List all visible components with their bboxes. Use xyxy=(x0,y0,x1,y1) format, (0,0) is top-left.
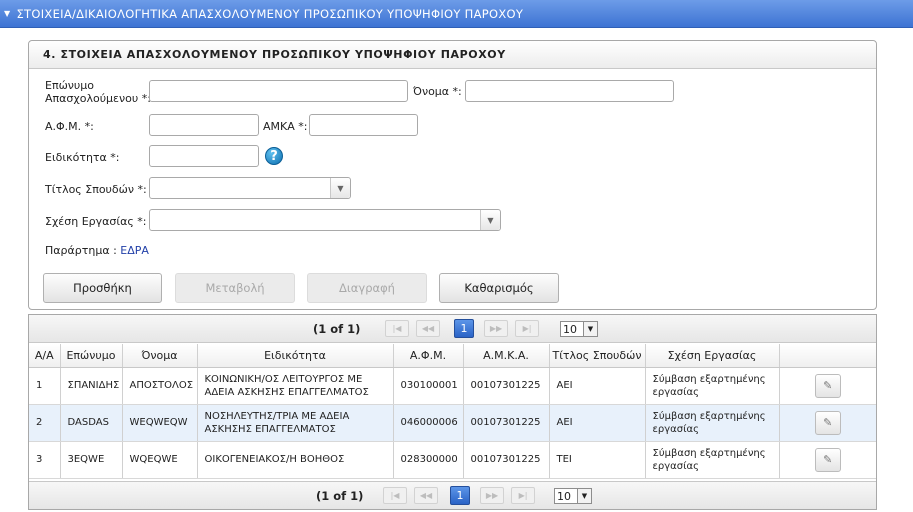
cell-aa: 3 xyxy=(29,441,61,479)
branch-row: Παράρτημα : ΕΔΡΑ xyxy=(45,244,149,257)
amka-input[interactable] xyxy=(309,114,418,136)
col-name[interactable]: Όνομα xyxy=(122,344,198,368)
page-number-button[interactable]: 1 xyxy=(454,319,474,338)
name-label: Όνομα *: xyxy=(413,85,462,98)
cell-aa: 1 xyxy=(29,367,61,405)
cell-relation: Σύμβαση εξαρτημένης εργασίας xyxy=(645,441,780,479)
edit-pencil-icon[interactable]: ✎ xyxy=(814,447,841,472)
surname-label: Επώνυμο Απασχολούμενου *: xyxy=(45,79,151,105)
cell-surname: 3EQWE xyxy=(60,441,123,479)
cell-name: WQEQWE xyxy=(122,441,198,479)
section-title: ΣΤΟΙΧΕΙΑ/ΔΙΚΑΙΟΛΟΓΗΤΙΚΑ ΑΠΑΣΧΟΛΟΥΜΕΝΟΥ Π… xyxy=(16,6,524,21)
edit-pencil-icon[interactable]: ✎ xyxy=(814,373,841,398)
cell-amka: 00107301225 xyxy=(463,441,550,479)
help-icon[interactable]: ? xyxy=(265,147,283,165)
prev-page-icon[interactable]: ◀◀ xyxy=(414,487,438,504)
col-aa[interactable]: Α/Α xyxy=(29,344,61,368)
rows-per-page-value: 10 xyxy=(563,322,577,336)
branch-link[interactable]: ΕΔΡΑ xyxy=(120,244,149,257)
page-info: (1 of 1) xyxy=(316,489,364,503)
degree-label: Τίτλος Σπουδών *: xyxy=(45,183,147,196)
specialty-label: Ειδικότητα *: xyxy=(45,151,120,164)
cell-degree: ΑΕΙ xyxy=(549,404,646,442)
cell-actions: ✎ xyxy=(779,404,876,442)
last-page-icon[interactable]: ▶| xyxy=(515,320,539,337)
cell-degree: ΑΕΙ xyxy=(549,367,646,405)
clear-button[interactable]: Καθαρισμός xyxy=(439,273,559,303)
add-button[interactable]: Προσθήκη xyxy=(43,273,162,303)
surname-input[interactable] xyxy=(149,80,408,102)
cell-name: WEQWEQW xyxy=(122,404,198,442)
table-row[interactable]: 2 DASDAS WEQWEQW ΝΟΣΗΛΕΥΤΗΣ/ΤΡΙΑ ΜΕ ΑΔΕΙ… xyxy=(29,404,876,442)
degree-select[interactable]: ▼ xyxy=(149,177,351,199)
prev-page-icon[interactable]: ◀◀ xyxy=(416,320,440,337)
cell-relation: Σύμβαση εξαρτημένης εργασίας xyxy=(645,367,780,405)
chevron-down-icon[interactable]: ▼ xyxy=(577,489,591,503)
name-input[interactable] xyxy=(465,80,674,102)
next-page-icon[interactable]: ▶▶ xyxy=(480,487,504,504)
branch-label: Παράρτημα : xyxy=(45,244,117,257)
rows-per-page-select[interactable]: 10 ▼ xyxy=(554,488,592,504)
rows-per-page-select[interactable]: 10 ▼ xyxy=(560,321,598,337)
table-row[interactable]: 3 3EQWE WQEQWE ΟΙΚΟΓΕΝΕΙΑΚΟΣ/Η ΒΟΗΘΟΣ 02… xyxy=(29,441,876,479)
col-specialty[interactable]: Ειδικότητα xyxy=(197,344,394,368)
cell-actions: ✎ xyxy=(779,441,876,479)
afm-label: Α.Φ.Μ. *: xyxy=(45,120,94,133)
cell-relation: Σύμβαση εξαρτημένης εργασίας xyxy=(645,404,780,442)
cell-afm: 030100001 xyxy=(393,367,464,405)
relation-label: Σχέση Εργασίας *: xyxy=(45,215,147,228)
page-info: (1 of 1) xyxy=(313,322,361,336)
cell-afm: 046000006 xyxy=(393,404,464,442)
afm-input[interactable] xyxy=(149,114,259,136)
col-afm[interactable]: Α.Φ.Μ. xyxy=(393,344,464,368)
next-page-icon[interactable]: ▶▶ xyxy=(484,320,508,337)
table-row[interactable]: 1 ΣΠΑΝΙΔΗΣ ΑΠΟΣΤΟΛΟΣ ΚΟΙΝΩΝΙΚΗ/ΟΣ ΛΕΙΤΟΥ… xyxy=(29,367,876,405)
cell-degree: ΤΕΙ xyxy=(549,441,646,479)
paginator-top: (1 of 1) |◀ ◀◀ 1 ▶▶ ▶| 10 ▼ xyxy=(29,315,876,343)
employees-table-panel: (1 of 1) |◀ ◀◀ 1 ▶▶ ▶| 10 ▼ Α/Α Επώνυμο … xyxy=(28,314,877,510)
cell-specialty: ΟΙΚΟΓΕΝΕΙΑΚΟΣ/Η ΒΟΗΘΟΣ xyxy=(197,441,394,479)
employees-table: Α/Α Επώνυμο Όνομα Ειδικότητα Α.Φ.Μ. Α.Μ.… xyxy=(29,344,876,479)
first-page-icon[interactable]: |◀ xyxy=(385,320,409,337)
paginator-bottom: (1 of 1) |◀ ◀◀ 1 ▶▶ ▶| 10 ▼ xyxy=(29,481,876,509)
col-amka[interactable]: Α.Μ.Κ.Α. xyxy=(463,344,550,368)
chevron-down-icon[interactable]: ▼ xyxy=(480,210,500,230)
first-page-icon[interactable]: |◀ xyxy=(383,487,407,504)
col-surname[interactable]: Επώνυμο xyxy=(60,344,123,368)
cell-surname: ΣΠΑΝΙΔΗΣ xyxy=(60,367,123,405)
employee-form-panel: 4. ΣΤΟΙΧΕΙΑ ΑΠΑΣΧΟΛΟΥΜΕΝΟΥ ΠΡΟΣΩΠΙΚΟΥ ΥΠ… xyxy=(28,40,877,310)
form-title: 4. ΣΤΟΙΧΕΙΑ ΑΠΑΣΧΟΛΟΥΜΕΝΟΥ ΠΡΟΣΩΠΙΚΟΥ ΥΠ… xyxy=(29,41,876,69)
section-header-bar[interactable]: ▼ ΣΤΟΙΧΕΙΑ/ΔΙΚΑΙΟΛΟΓΗΤΙΚΑ ΑΠΑΣΧΟΛΟΥΜΕΝΟΥ… xyxy=(0,0,913,28)
chevron-down-icon[interactable]: ▼ xyxy=(330,178,350,198)
relation-select[interactable]: ▼ xyxy=(149,209,501,231)
cell-specialty: ΝΟΣΗΛΕΥΤΗΣ/ΤΡΙΑ ΜΕ ΑΔΕΙΑ ΑΣΚΗΣΗΣ ΕΠΑΓΓΕΛ… xyxy=(197,404,394,442)
cell-specialty: ΚΟΙΝΩΝΙΚΗ/ΟΣ ΛΕΙΤΟΥΡΓΟΣ ΜΕ ΑΔΕΙΑ ΑΣΚΗΣΗΣ… xyxy=(197,367,394,405)
chevron-down-icon[interactable]: ▼ xyxy=(583,322,597,336)
cell-surname: DASDAS xyxy=(60,404,123,442)
col-actions xyxy=(779,344,876,368)
cell-amka: 00107301225 xyxy=(463,404,550,442)
cell-aa: 2 xyxy=(29,404,61,442)
modify-button[interactable]: Μεταβολή xyxy=(175,273,295,303)
collapse-arrow-icon[interactable]: ▼ xyxy=(4,9,10,18)
amka-label: ΑΜΚΑ *: xyxy=(263,120,308,133)
edit-pencil-icon[interactable]: ✎ xyxy=(814,410,841,435)
col-degree[interactable]: Τίτλος Σπουδών xyxy=(549,344,646,368)
surname-label-line1: Επώνυμο xyxy=(45,79,95,92)
cell-actions: ✎ xyxy=(779,367,876,405)
cell-name: ΑΠΟΣΤΟΛΟΣ xyxy=(122,367,198,405)
delete-button[interactable]: Διαγραφή xyxy=(307,273,427,303)
rows-per-page-value: 10 xyxy=(557,489,571,503)
col-relation[interactable]: Σχέση Εργασίας xyxy=(645,344,780,368)
cell-amka: 00107301225 xyxy=(463,367,550,405)
page-number-button[interactable]: 1 xyxy=(450,486,470,505)
cell-afm: 028300000 xyxy=(393,441,464,479)
specialty-input[interactable] xyxy=(149,145,259,167)
surname-label-line2: Απασχολούμενου *: xyxy=(45,92,151,105)
last-page-icon[interactable]: ▶| xyxy=(511,487,535,504)
